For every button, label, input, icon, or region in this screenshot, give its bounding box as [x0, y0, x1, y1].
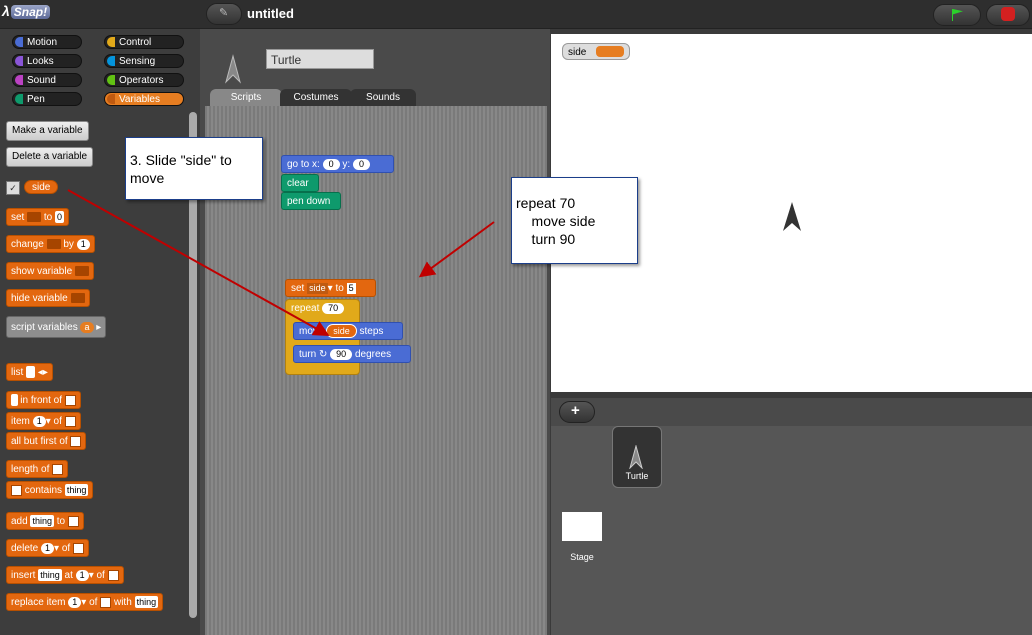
annotation-repeat-script: repeat 70 move side turn 90	[511, 177, 638, 264]
list-icon	[64, 415, 76, 427]
change-variable-block[interactable]: change by 1	[6, 235, 95, 253]
watcher-value	[596, 46, 624, 57]
sprite-name-field[interactable]: Turtle	[266, 49, 374, 69]
turtle-sprite-icon[interactable]	[781, 201, 803, 233]
dropdown-arrow-icon	[46, 239, 61, 250]
dropdown-arrow-icon	[74, 266, 89, 277]
set-side-block[interactable]: set side ▾ to 5	[285, 279, 376, 297]
green-flag-icon	[953, 9, 963, 15]
replace-item-block[interactable]: replace item 1 ▾ of with thing	[6, 593, 164, 611]
category-sensing[interactable]: Sensing	[104, 54, 184, 68]
list-icon	[52, 463, 64, 475]
list-icon	[67, 515, 79, 527]
snap-logo[interactable]: λ Snap!	[2, 3, 62, 25]
green-flag-button[interactable]	[933, 4, 981, 26]
sprite-icon-label: Turtle	[625, 471, 649, 481]
flag-pole	[952, 9, 953, 21]
dropdown-arrow-icon	[27, 212, 42, 223]
set-variable-block[interactable]: set to 0	[6, 208, 70, 226]
variable-watcher[interactable]: side	[562, 43, 630, 60]
in-front-of-block[interactable]: in front of	[6, 391, 81, 409]
category-looks[interactable]: Looks	[12, 54, 82, 68]
contains-block[interactable]: contains thing	[6, 481, 94, 499]
category-operators[interactable]: Operators	[104, 73, 184, 87]
delete-variable-button[interactable]: Delete a variable	[6, 147, 94, 167]
go-to-xy-block[interactable]: go to x: 0 y: 0	[281, 155, 394, 173]
add-to-list-block[interactable]: add thing to	[6, 512, 84, 530]
list-icon	[72, 542, 84, 554]
stage-icon[interactable]	[562, 512, 602, 541]
category-color-dot	[107, 56, 115, 66]
corral-toolbar	[551, 398, 1032, 426]
script-variables-block[interactable]: script variables a ▸	[6, 316, 107, 338]
category-color-dot	[107, 75, 115, 85]
variable-watcher-checkbox[interactable]: ✓	[6, 181, 20, 195]
dropdown-arrow-icon	[70, 293, 85, 304]
make-variable-button[interactable]: Make a variable	[6, 121, 89, 141]
list-block[interactable]: list ◂▸	[6, 363, 53, 381]
delete-of-block[interactable]: delete 1 ▾ of	[6, 539, 89, 557]
clear-block[interactable]: clear	[281, 174, 319, 192]
category-motion[interactable]: Motion	[12, 35, 82, 49]
list-icon	[107, 569, 119, 581]
tab-costumes[interactable]: Costumes	[280, 89, 352, 106]
category-sound[interactable]: Sound	[12, 73, 82, 87]
stage-icon-label: Stage	[570, 552, 594, 562]
tab-sounds[interactable]: Sounds	[350, 89, 416, 106]
sprite-thumbnail-turtle-icon	[225, 54, 241, 84]
variable-reporter-side[interactable]: side	[24, 180, 59, 194]
turtle-thumbnail-icon	[629, 445, 643, 469]
category-color-dot	[15, 37, 23, 47]
category-color-dot	[15, 94, 23, 104]
show-variable-block[interactable]: show variable	[6, 262, 94, 280]
pen-down-block[interactable]: pen down	[281, 192, 341, 210]
length-of-block[interactable]: length of	[6, 460, 69, 478]
list-icon	[64, 394, 76, 406]
hide-variable-block[interactable]: hide variable	[6, 289, 90, 307]
all-but-first-block[interactable]: all but first of	[6, 432, 87, 450]
category-pen[interactable]: Pen	[12, 92, 82, 106]
turn-degrees-block[interactable]: turn ↻ 90 degrees	[293, 345, 411, 363]
stop-button[interactable]	[986, 4, 1030, 26]
stop-sign-icon	[1001, 7, 1015, 21]
category-color-dot	[15, 75, 23, 85]
category-color-dot	[107, 37, 115, 47]
category-control[interactable]: Control	[104, 35, 184, 49]
add-sprite-button[interactable]: +	[559, 401, 595, 423]
plus-icon: +	[571, 402, 580, 419]
item-of-block[interactable]: item 1 ▾ of	[6, 412, 81, 430]
category-variables[interactable]: Variables	[104, 92, 184, 106]
project-title: untitled	[247, 6, 294, 21]
list-icon	[70, 435, 82, 447]
list-icon	[11, 484, 22, 496]
list-icon	[100, 596, 112, 608]
top-bar	[0, 0, 1032, 29]
pencil-icon: ✎	[219, 7, 229, 19]
project-menu-button[interactable]: ✎	[206, 3, 242, 25]
category-color-dot	[107, 94, 115, 104]
move-steps-block[interactable]: move side steps	[293, 322, 403, 340]
tab-scripts[interactable]: Scripts	[210, 89, 282, 106]
category-color-dot	[15, 56, 23, 66]
insert-at-block[interactable]: insert thing at 1 ▾ of	[6, 566, 124, 584]
annotation-slide-side: 3. Slide "side" to move	[125, 137, 263, 200]
